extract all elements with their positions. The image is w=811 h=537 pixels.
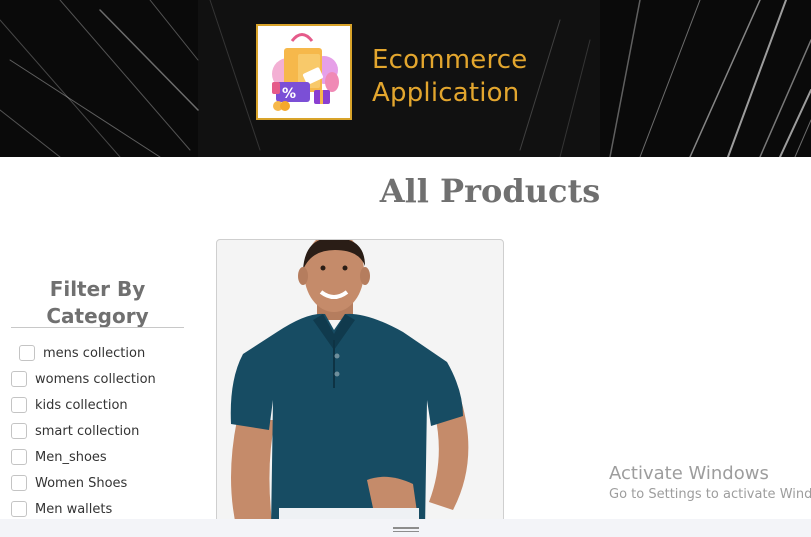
filter-item-womens-collection[interactable]: womens collection <box>11 369 156 389</box>
filter-checkbox[interactable] <box>19 345 35 361</box>
filter-item-label: kids collection <box>35 397 128 413</box>
brand-name: Ecommerce Application <box>372 44 528 110</box>
filter-item-men-wallets[interactable]: Men wallets <box>11 499 112 519</box>
filter-title-line-2: Category <box>46 304 149 328</box>
resize-grip-icon[interactable] <box>393 527 419 533</box>
filter-checkbox[interactable] <box>11 449 27 465</box>
filter-title-line-1: Filter By <box>49 277 146 301</box>
filter-checkbox[interactable] <box>11 501 27 517</box>
brand-line-2: Application <box>372 78 520 108</box>
header-banner: % Ecommerce Application <box>0 0 811 157</box>
filter-checkbox[interactable] <box>11 475 27 491</box>
watermark-line-2: Go to Settings to activate Windows. <box>609 487 811 502</box>
filter-checkbox[interactable] <box>11 371 27 387</box>
filter-item-label: smart collection <box>35 423 140 439</box>
shopping-bag-logo-icon[interactable]: % <box>256 24 352 120</box>
filter-item-women-shoes[interactable]: Women Shoes <box>11 473 127 493</box>
svg-text:%: % <box>282 86 296 102</box>
product-card[interactable] <box>216 239 504 529</box>
filter-checkbox[interactable] <box>11 423 27 439</box>
filter-title: Filter By Category <box>11 276 184 330</box>
page-title: All Products <box>379 172 601 210</box>
filter-checkbox[interactable] <box>11 397 27 413</box>
brand-line-1: Ecommerce <box>372 45 528 75</box>
filter-item-label: Men wallets <box>35 501 113 517</box>
filter-item-label: Men_shoes <box>35 449 107 465</box>
filter-item-label: mens collection <box>43 345 146 361</box>
filter-item-mens-collection[interactable]: mens collection <box>19 343 145 363</box>
filter-item-smart-collection[interactable]: smart collection <box>11 421 139 441</box>
filter-item-men-shoes[interactable]: Men_shoes <box>11 447 107 467</box>
filter-item-label: Women Shoes <box>35 475 128 491</box>
filter-item-label: womens collection <box>35 371 156 387</box>
filter-item-kids-collection[interactable]: kids collection <box>11 395 128 415</box>
product-image[interactable] <box>217 240 504 529</box>
watermark-line-1: Activate Windows <box>609 463 769 484</box>
filter-divider <box>11 327 184 328</box>
activate-windows-watermark: Activate Windows Go to Settings to activ… <box>609 463 811 505</box>
